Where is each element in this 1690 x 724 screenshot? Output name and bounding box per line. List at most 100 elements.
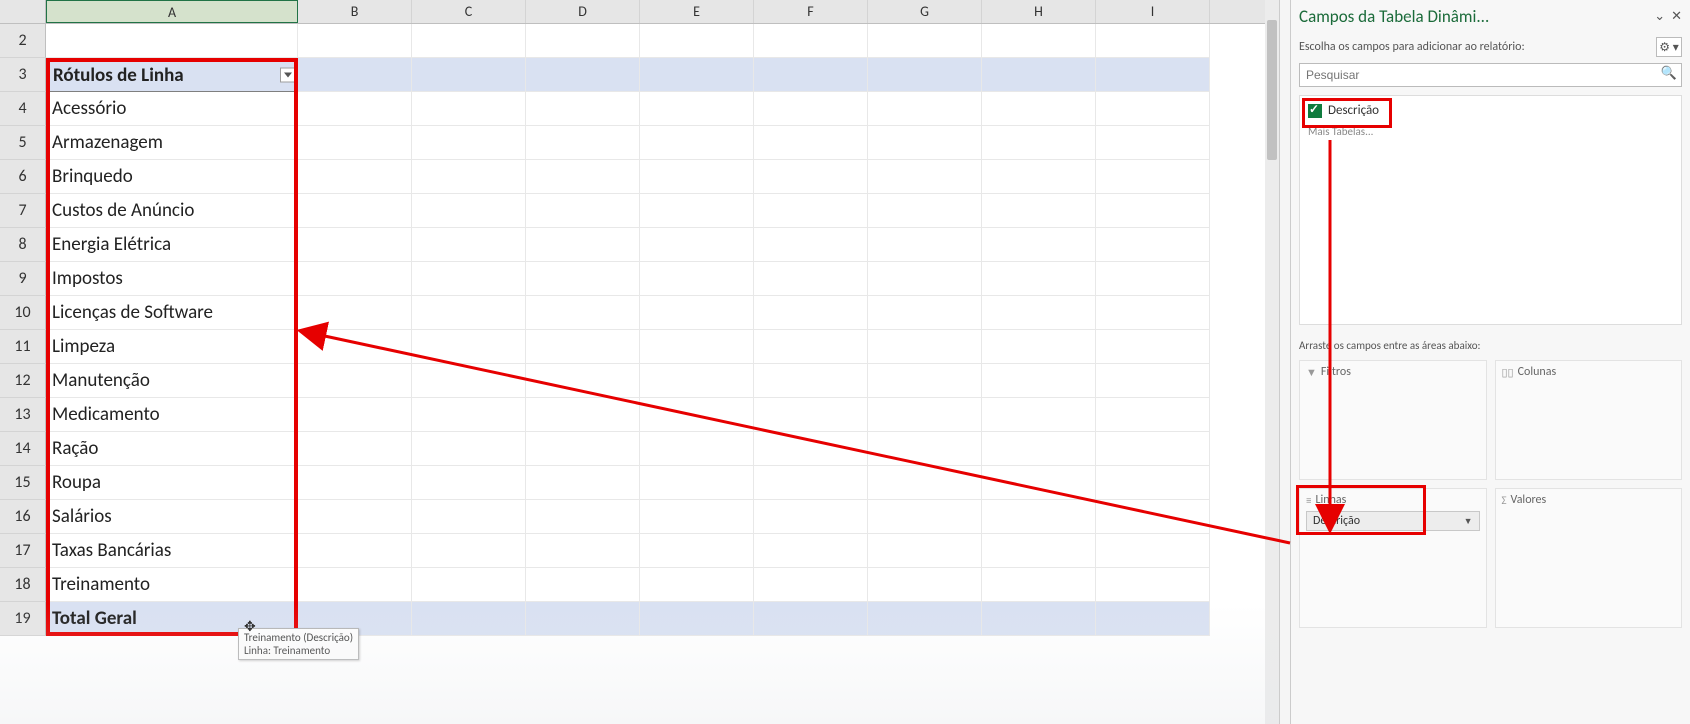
scrollbar-thumb[interactable] bbox=[1267, 20, 1277, 160]
cell[interactable] bbox=[754, 58, 868, 92]
area-linhas[interactable]: ≡Linhas Descrição ▼ bbox=[1299, 488, 1487, 628]
cell[interactable] bbox=[754, 500, 868, 534]
cell[interactable] bbox=[298, 160, 412, 194]
cell[interactable] bbox=[298, 92, 412, 126]
cell[interactable]: Licenças de Software bbox=[46, 296, 298, 330]
cell[interactable] bbox=[1096, 126, 1210, 160]
cell[interactable] bbox=[754, 296, 868, 330]
cell[interactable] bbox=[412, 92, 526, 126]
cell[interactable]: Taxas Bancárias bbox=[46, 534, 298, 568]
cell[interactable] bbox=[754, 432, 868, 466]
cell[interactable] bbox=[982, 500, 1096, 534]
cell[interactable] bbox=[640, 568, 754, 602]
cell[interactable] bbox=[754, 568, 868, 602]
cell[interactable] bbox=[640, 534, 754, 568]
col-header-E[interactable]: E bbox=[640, 0, 754, 23]
area-valores[interactable]: ΣValores bbox=[1495, 488, 1683, 628]
cell[interactable] bbox=[640, 432, 754, 466]
cell[interactable] bbox=[412, 126, 526, 160]
pane-settings-button[interactable]: ⚙ ▾ bbox=[1656, 37, 1682, 57]
cell[interactable] bbox=[754, 194, 868, 228]
row-header[interactable]: 11 bbox=[0, 330, 46, 364]
cell[interactable] bbox=[412, 534, 526, 568]
cell[interactable] bbox=[868, 262, 982, 296]
cell[interactable] bbox=[754, 262, 868, 296]
cell[interactable]: Rótulos de Linha bbox=[46, 58, 298, 92]
cell[interactable] bbox=[526, 194, 640, 228]
cell[interactable] bbox=[526, 534, 640, 568]
cell[interactable] bbox=[1096, 160, 1210, 194]
cell[interactable] bbox=[1096, 398, 1210, 432]
row-header[interactable]: 5 bbox=[0, 126, 46, 160]
cell[interactable] bbox=[298, 58, 412, 92]
row-header[interactable]: 12 bbox=[0, 364, 46, 398]
row-header[interactable]: 6 bbox=[0, 160, 46, 194]
cell[interactable] bbox=[868, 364, 982, 398]
cell[interactable] bbox=[868, 126, 982, 160]
cell[interactable] bbox=[298, 500, 412, 534]
cell[interactable] bbox=[982, 534, 1096, 568]
select-all-corner[interactable] bbox=[0, 0, 46, 24]
cell[interactable] bbox=[640, 92, 754, 126]
row-header[interactable]: 8 bbox=[0, 228, 46, 262]
cell[interactable] bbox=[1096, 568, 1210, 602]
cell[interactable] bbox=[868, 330, 982, 364]
cell[interactable] bbox=[1096, 24, 1210, 58]
cell[interactable]: Treinamento bbox=[46, 568, 298, 602]
fields-list[interactable]: Descrição Mais Tabelas... bbox=[1299, 95, 1682, 325]
cell[interactable] bbox=[412, 432, 526, 466]
cell[interactable] bbox=[526, 602, 640, 636]
cell[interactable] bbox=[640, 160, 754, 194]
col-header-H[interactable]: H bbox=[982, 0, 1096, 23]
row-header[interactable]: 3 bbox=[0, 58, 46, 92]
cell[interactable] bbox=[298, 262, 412, 296]
cell[interactable]: Brinquedo bbox=[46, 160, 298, 194]
cell[interactable] bbox=[412, 568, 526, 602]
cell[interactable] bbox=[640, 296, 754, 330]
cell[interactable] bbox=[868, 602, 982, 636]
cell[interactable] bbox=[982, 160, 1096, 194]
cell[interactable] bbox=[1096, 92, 1210, 126]
cell[interactable] bbox=[982, 228, 1096, 262]
cell[interactable] bbox=[868, 24, 982, 58]
cell[interactable] bbox=[982, 466, 1096, 500]
cell[interactable] bbox=[1096, 330, 1210, 364]
cell[interactable] bbox=[298, 228, 412, 262]
field-search-input[interactable] bbox=[1299, 63, 1682, 87]
cell[interactable] bbox=[982, 126, 1096, 160]
cell[interactable] bbox=[982, 398, 1096, 432]
chevron-down-icon[interactable]: ▼ bbox=[1464, 516, 1473, 527]
collapse-pane-icon[interactable]: ⌄ bbox=[1654, 9, 1665, 24]
cell[interactable]: Roupa bbox=[46, 466, 298, 500]
cell[interactable] bbox=[298, 126, 412, 160]
cell[interactable] bbox=[298, 330, 412, 364]
cell[interactable] bbox=[640, 262, 754, 296]
area-filtros[interactable]: ▼Filtros bbox=[1299, 360, 1487, 480]
cell[interactable] bbox=[412, 228, 526, 262]
cell[interactable] bbox=[526, 160, 640, 194]
cell[interactable] bbox=[298, 568, 412, 602]
cell[interactable] bbox=[868, 568, 982, 602]
cell[interactable] bbox=[754, 228, 868, 262]
cell[interactable] bbox=[868, 432, 982, 466]
field-descricao[interactable]: Descrição bbox=[1304, 100, 1677, 121]
cell[interactable] bbox=[868, 296, 982, 330]
cell[interactable] bbox=[526, 228, 640, 262]
col-header-C[interactable]: C bbox=[412, 0, 526, 23]
col-header-D[interactable]: D bbox=[526, 0, 640, 23]
cell[interactable] bbox=[1096, 466, 1210, 500]
cell[interactable] bbox=[526, 330, 640, 364]
cell[interactable] bbox=[640, 126, 754, 160]
more-tables-link[interactable]: Mais Tabelas... bbox=[1304, 125, 1677, 138]
row-header[interactable]: 16 bbox=[0, 500, 46, 534]
close-pane-icon[interactable]: ✕ bbox=[1671, 9, 1682, 24]
row-header[interactable]: 7 bbox=[0, 194, 46, 228]
cell[interactable]: Energia Elétrica bbox=[46, 228, 298, 262]
cell[interactable] bbox=[640, 500, 754, 534]
cell[interactable] bbox=[640, 194, 754, 228]
cell[interactable] bbox=[1096, 296, 1210, 330]
cell[interactable] bbox=[754, 602, 868, 636]
pivot-filter-button[interactable] bbox=[280, 68, 295, 83]
row-header[interactable]: 10 bbox=[0, 296, 46, 330]
cell[interactable] bbox=[526, 568, 640, 602]
